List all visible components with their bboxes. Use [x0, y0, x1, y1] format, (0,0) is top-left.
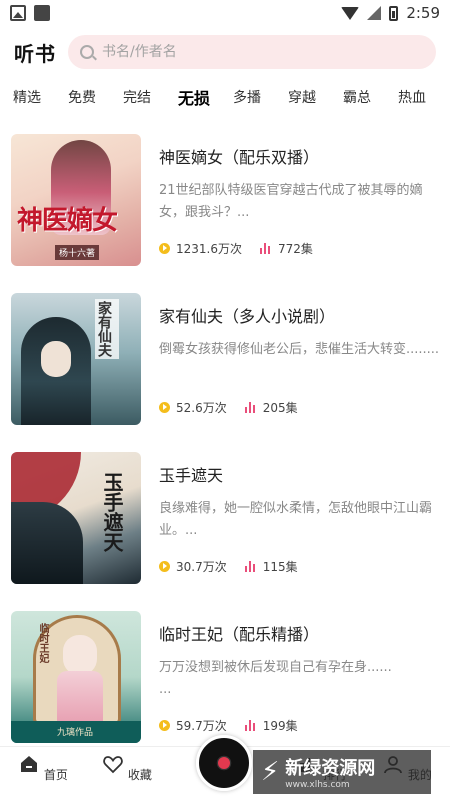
play-count-icon: [159, 561, 170, 572]
book-cover[interactable]: 玉手遮天: [11, 452, 141, 584]
nav-home[interactable]: 首页: [13, 753, 73, 783]
book-meta: 59.7万次 199集: [159, 717, 298, 734]
book-description: 倒霉女孩获得修仙老公后，悲催生活大转变........: [159, 342, 440, 357]
clock: 2:59: [406, 4, 440, 22]
battery-icon: [389, 5, 399, 21]
nav-favorites[interactable]: 收藏: [97, 753, 157, 783]
book-meta: 30.7万次 115集: [159, 558, 298, 575]
watermark-logo-icon: ⚡: [261, 757, 280, 787]
nav-favorites-label: 收藏: [127, 768, 152, 782]
tab-wanjie[interactable]: 完结: [123, 87, 178, 107]
episodes-icon: [244, 402, 257, 413]
header: 听书: [0, 30, 450, 74]
search-icon: [80, 45, 94, 59]
search-input[interactable]: [102, 44, 424, 60]
watermark-text-group: 新绿资源网 www.xlhs.com: [285, 754, 375, 790]
watermark-text: 新绿资源网: [285, 758, 376, 779]
book-cover[interactable]: 临时王妃 九璃作品: [11, 611, 141, 743]
book-description: 万万没想到被休后发现自己有孕在身...... ...: [159, 657, 441, 701]
episode-count: 199集: [262, 719, 298, 733]
book-meta: 52.6万次 205集: [159, 399, 298, 416]
cover-title: 玉手遮天: [100, 472, 124, 552]
episode-count: 115集: [262, 560, 298, 574]
wifi-icon: [341, 6, 360, 20]
nav-home-label: 首页: [43, 768, 68, 782]
episodes-icon: [244, 561, 257, 572]
tab-duobo[interactable]: 多播: [233, 87, 288, 107]
play-count-icon: [159, 402, 170, 413]
episode-count: 772集: [278, 242, 313, 256]
tab-jingxuan[interactable]: 精选: [13, 87, 68, 107]
book-meta: 1231.6万次 772集: [159, 240, 313, 257]
cover-author: 九璃作品: [57, 728, 94, 738]
signal-icon: [367, 6, 382, 20]
play-count: 30.7万次: [176, 560, 227, 574]
heart-icon: [103, 756, 123, 774]
image-notification-icon: [10, 5, 26, 21]
home-icon: [21, 756, 38, 772]
list-item[interactable]: 临时王妃 九璃作品 临时王妃（配乐精播） 万万没想到被休后发现自己有孕在身...…: [0, 611, 450, 743]
book-description: 良缘难得，她一腔似水柔情，怎敌他眼中江山霸业。...: [159, 501, 433, 538]
book-title[interactable]: 临时王妃（配乐精播）: [159, 621, 319, 645]
watermark: ⚡ 新绿资源网 www.xlhs.com: [253, 750, 431, 794]
list-item[interactable]: 家有仙夫 家有仙夫（多人小说剧） 倒霉女孩获得修仙老公后，悲催生活大转变....…: [0, 293, 450, 425]
play-count: 52.6万次: [176, 401, 227, 415]
list-item[interactable]: 玉手遮天 玉手遮天 良缘难得，她一腔似水柔情，怎敌他眼中江山霸业。... 30.…: [0, 452, 450, 584]
book-title[interactable]: 家有仙夫（多人小说剧）: [159, 303, 335, 327]
book-title[interactable]: 神医嫡女（配乐双播）: [159, 144, 319, 168]
cover-title: 家有仙夫: [96, 301, 112, 357]
cover-title: 神医嫡女: [17, 206, 118, 236]
cover-author: 杨十六著: [55, 245, 100, 260]
now-playing-disc[interactable]: [196, 735, 252, 791]
app-notification-icon: [34, 5, 50, 21]
tab-rexue[interactable]: 热血: [398, 87, 450, 107]
play-count: 59.7万次: [176, 719, 227, 733]
tab-bazong[interactable]: 霸总: [343, 87, 398, 107]
book-cover[interactable]: 神医嫡女 杨十六著: [11, 134, 141, 266]
book-description: 21世纪部队特级医官穿越古代成了被其辱的嫡女，跟我斗？...: [159, 183, 423, 220]
book-description-line2: ...: [159, 682, 172, 697]
book-cover[interactable]: 家有仙夫: [11, 293, 141, 425]
tab-chuanyue[interactable]: 穿越: [288, 87, 343, 107]
watermark-url: www.xlhs.com: [285, 780, 350, 790]
list-item[interactable]: 神医嫡女 杨十六著 神医嫡女（配乐双播） 21世纪部队特级医官穿越古代成了被其辱…: [0, 134, 450, 266]
book-title[interactable]: 玉手遮天: [159, 462, 223, 486]
episode-count: 205集: [262, 401, 298, 415]
episodes-icon: [244, 720, 257, 731]
play-count-icon: [159, 720, 170, 731]
episodes-icon: [260, 243, 272, 254]
status-bar: 2:59: [0, 0, 450, 26]
cover-title: 临时王妃: [37, 623, 48, 663]
app-title: 听书: [14, 41, 56, 66]
tab-wusun[interactable]: 无损: [178, 85, 233, 109]
category-tabs: 精选 免费 完结 无损 多播 穿越 霸总 热血: [0, 82, 450, 112]
book-description-line1: 万万没想到被休后发现自己有孕在身......: [159, 660, 392, 675]
tab-mianfei[interactable]: 免费: [68, 87, 123, 107]
search-bar[interactable]: [68, 35, 436, 69]
play-count-icon: [159, 243, 170, 254]
play-count: 1231.6万次: [176, 242, 242, 256]
